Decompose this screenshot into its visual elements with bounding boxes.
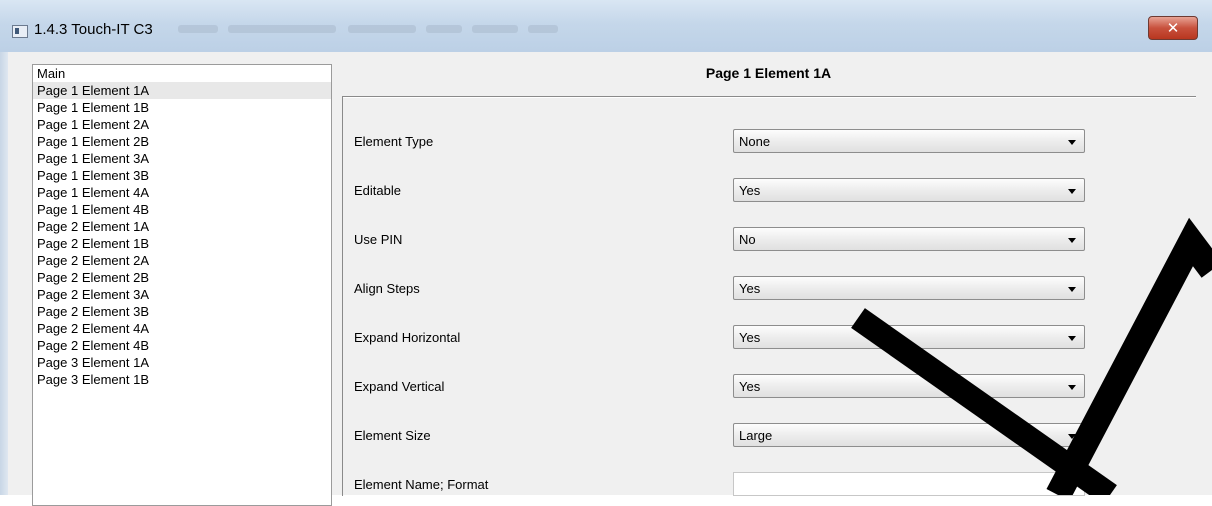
panel-divider (342, 96, 1196, 98)
nav-item[interactable]: Page 3 Element 1B (33, 371, 331, 388)
dropdown-value: Yes (739, 379, 761, 394)
nav-item[interactable]: Page 1 Element 2B (33, 133, 331, 150)
dropdown-select[interactable]: Yes (733, 374, 1085, 398)
panel-divider (342, 96, 343, 496)
nav-item[interactable]: Page 1 Element 4A (33, 184, 331, 201)
nav-item[interactable]: Page 1 Element 3B (33, 167, 331, 184)
blurred-menu-item (472, 25, 518, 33)
blurred-menu-item (348, 25, 416, 33)
nav-item[interactable]: Page 2 Element 3A (33, 286, 331, 303)
dropdown-value: Yes (739, 281, 761, 296)
element-name-input[interactable] (733, 472, 1085, 496)
title-bar: 1.4.3 Touch-IT C3 ✕ (0, 0, 1212, 52)
nav-item[interactable]: Page 1 Element 1A (33, 82, 331, 99)
dropdown-value: No (739, 232, 756, 247)
dropdown-select[interactable]: Yes (733, 276, 1085, 300)
dropdown-select[interactable]: No (733, 227, 1085, 251)
chevron-down-icon[interactable] (1068, 434, 1076, 439)
dropdown-value: Large (739, 428, 773, 443)
window-border (0, 52, 8, 495)
nav-item[interactable]: Page 3 Element 1A (33, 354, 331, 371)
nav-item[interactable]: Page 2 Element 4A (33, 320, 331, 337)
chevron-down-icon[interactable] (1068, 336, 1076, 341)
nav-item[interactable]: Page 2 Element 4B (33, 337, 331, 354)
blurred-menu-item (228, 25, 336, 33)
field-label: Use PIN (354, 232, 403, 247)
field-label: Expand Horizontal (354, 330, 461, 345)
blurred-menu-item (426, 25, 462, 33)
dropdown-select[interactable]: Yes (733, 178, 1085, 202)
nav-item[interactable]: Page 2 Element 3B (33, 303, 331, 320)
chevron-down-icon[interactable] (1068, 287, 1076, 292)
nav-item[interactable]: Page 2 Element 2A (33, 252, 331, 269)
parameter-page-list[interactable]: Main Page 1 Element 1A Page 1 Element 1B Pa… (32, 64, 332, 506)
nav-item[interactable]: Main (33, 65, 331, 82)
field-label: Align Steps (354, 281, 420, 296)
blurred-menu-item (178, 25, 218, 33)
app-icon[interactable] (12, 25, 28, 38)
chevron-down-icon[interactable] (1068, 238, 1076, 243)
dropdown-value: None (739, 134, 771, 149)
blurred-menu-item (528, 25, 558, 33)
close-button[interactable]: ✕ (1148, 16, 1198, 40)
field-label: Expand Vertical (354, 379, 445, 394)
chevron-down-icon[interactable] (1068, 189, 1076, 194)
field-label: Element Type (354, 134, 434, 149)
nav-item[interactable]: Page 1 Element 1B (33, 99, 331, 116)
nav-item[interactable]: Page 1 Element 4B (33, 201, 331, 218)
field-label: Editable (354, 183, 401, 198)
chevron-down-icon[interactable] (1068, 140, 1076, 145)
nav-item[interactable]: Page 2 Element 1A (33, 218, 331, 235)
nav-item[interactable]: Page 2 Element 1B (33, 235, 331, 252)
field-label: Element Size (354, 428, 431, 443)
window-title: 1.4.3 Touch-IT C3 (34, 21, 153, 38)
panel-title: Page 1 Element 1A (705, 65, 832, 81)
nav-item[interactable]: Page 2 Element 2B (33, 269, 331, 286)
dropdown-value: Yes (739, 183, 761, 198)
field-label: Element Name; Format (354, 477, 489, 492)
close-icon: ✕ (1166, 19, 1180, 37)
dropdown-select[interactable]: Large (733, 423, 1085, 447)
chevron-down-icon[interactable] (1068, 385, 1076, 390)
nav-item[interactable]: Page 1 Element 3A (33, 150, 331, 167)
dropdown-select[interactable]: None (733, 129, 1085, 153)
nav-item[interactable]: Page 1 Element 2A (33, 116, 331, 133)
dropdown-select[interactable]: Yes (733, 325, 1085, 349)
dropdown-value: Yes (739, 330, 761, 345)
